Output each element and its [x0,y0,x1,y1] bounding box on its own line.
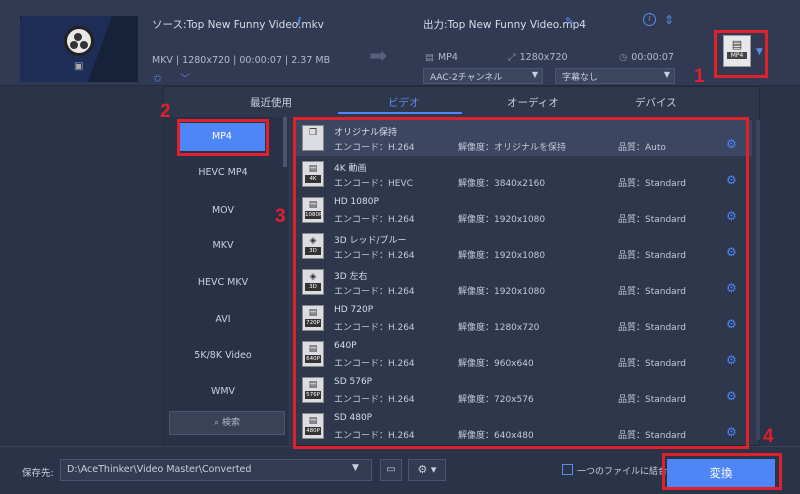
preset-scrollbar[interactable] [756,120,760,440]
preset-row[interactable]: ▤ 4K 4K 動画 エンコード：HEVC 解像度：3840x2160 品質：St… [294,156,752,192]
film-icon: ▤ 4K [302,161,324,187]
annotation-number-1: 1 [694,66,705,87]
annotation-number-4: 4 [763,426,774,447]
film-icon: ▤ 720P [302,305,324,331]
file-row: ▣ ソース:Top New Funny Video.mkv i MKV | 12… [0,0,800,86]
cube-icon: ◈ 3D [302,269,324,295]
search-icon: ⌕ [214,418,220,428]
output-resolution: ⤢ 1280x720 [508,52,568,63]
merge-checkbox[interactable] [562,464,573,475]
convert-button[interactable]: 変換 [667,459,775,487]
film-icon: ▤ 640P [302,341,324,367]
category-hevc-mkv[interactable]: HEVC MKV [164,265,282,301]
gear-icon: ⚙ ▾ [417,463,437,476]
path-dropdown-caret-icon[interactable]: ▼ [352,463,359,473]
category-mkv[interactable]: MKV [164,228,282,264]
preset-row[interactable]: ▤ 576P SD 576P エンコード：H.264 解像度：720x576 品質… [294,372,752,408]
video-thumbnail[interactable]: ▣ [20,16,138,82]
source-meta: MKV | 1280x720 | 00:00:07 | 2.37 MB [152,55,331,66]
preset-list: ❐ オリジナル保持 エンコード：H.264 解像度：オリジナルを保持 品質：Au… [294,120,752,446]
gear-icon[interactable]: ⚙ [726,245,737,259]
tab-device[interactable]: デバイス [635,95,677,110]
resize-icon: ⤢ [508,52,516,63]
chevron-down-icon[interactable]: ﹀ [180,70,190,85]
film-icon: ▤ 1080P [302,197,324,223]
merge-label: 一つのファイルに結合 [577,467,668,477]
gear-icon[interactable]: ⚙ [726,317,737,331]
audio-select[interactable]: AAC-2チャンネル ▼ [423,68,543,84]
category-mp4[interactable]: MP4 [179,123,265,151]
clock-icon: ◷ [619,52,628,63]
save-label: 保存先: [22,468,54,479]
info-icon[interactable]: i [297,15,301,28]
gear-icon[interactable]: ⚙ [726,209,737,223]
category-list: MP4 HEVC MP4 MOV MKV HEVC MKV AVI 5K/8K … [164,117,288,447]
edit-icon[interactable]: ✎ [565,15,574,28]
film-icon: ▤ [425,52,434,63]
gear-icon[interactable]: ⚙ [726,281,737,295]
save-path-field[interactable]: D:\AceThinker\Video Master\Converted [60,459,372,481]
category-avi[interactable]: AVI [164,302,282,338]
dropdown-caret-icon: ▼ [531,70,538,79]
category-wmv[interactable]: WMV [164,374,282,410]
category-5k-8k[interactable]: 5K/8K Video [164,338,282,374]
gear-icon[interactable]: ⚙ [726,173,737,187]
preset-row[interactable]: ▤ 1080P HD 1080P エンコード：H.264 解像度：1920x108… [294,192,752,228]
effects-star-icon[interactable]: ✩ [153,72,162,85]
film-icon: ▤ 480P [302,413,324,439]
tab-recent[interactable]: 最近使用 [250,95,292,110]
tab-underline [338,112,462,114]
output-title: 出力:Top New Funny Video.mp4 [423,19,586,31]
subtitle-select[interactable]: 字幕なし ▼ [555,68,675,84]
output-format-button[interactable]: ▤ MP4 [723,35,751,67]
preset-row[interactable]: ◈ 3D 3D 左右 エンコード：H.264 解像度：1920x1080 品質：S… [294,264,752,300]
cube-icon: ◈ 3D [302,233,324,259]
annotation-number-3: 3 [275,206,286,227]
muted-icon: ▣ [74,61,84,72]
gear-icon[interactable]: ⚙ [726,137,737,151]
gear-icon[interactable]: ⚙ [726,353,737,367]
format-dropdown-caret-icon[interactable]: ▼ [756,47,763,57]
category-search[interactable]: ⌕ 検索 [169,411,285,435]
category-scrollbar[interactable] [283,117,287,167]
adjust-icon[interactable]: ⇕ [664,13,674,27]
tab-audio[interactable]: オーディオ [507,95,559,110]
dropdown-caret-icon: ▼ [663,70,670,79]
copy-icon: ❐ [302,125,324,151]
gear-icon[interactable]: ⚙ [726,425,737,439]
open-folder-button[interactable]: ▭ [380,459,402,481]
preset-row[interactable]: ▤ 640P 640P エンコード：H.264 解像度：960x640 品質：St… [294,336,752,372]
preset-row[interactable]: ◈ 3D 3D レッド/ブルー エンコード：H.264 解像度：1920x1080… [294,228,752,264]
film-icon: ▤ 576P [302,377,324,403]
format-tabs: 最近使用 ビデオ オーディオ デバイス [164,87,761,117]
output-format: ▤ MP4 [425,52,458,63]
film-icon: ▤ [731,38,743,51]
folder-icon: ▭ [386,464,396,475]
preset-row[interactable]: ▤ 480P SD 480P エンコード：H.264 解像度：640x480 品質… [294,408,752,444]
category-hevc-mp4[interactable]: HEVC MP4 [164,155,282,191]
format-panel: 最近使用 ビデオ オーディオ デバイス MP4 HEVC MP4 MOV MKV… [163,86,761,447]
obs-logo-icon [64,26,94,56]
convert-arrow-icon: ➡ [369,44,388,69]
preset-row[interactable]: ▤ 720P HD 720P エンコード：H.264 解像度：1280x720 品… [294,300,752,336]
output-duration: ◷ 00:00:07 [619,52,674,63]
tab-video[interactable]: ビデオ [388,95,420,110]
output-info-icon[interactable]: i [643,13,656,26]
gear-icon[interactable]: ⚙ [726,389,737,403]
bottom-bar: 保存先: D:\AceThinker\Video Master\Converte… [0,446,800,494]
annotation-number-2: 2 [160,101,171,122]
preset-row[interactable]: ❐ オリジナル保持 エンコード：H.264 解像度：オリジナルを保持 品質：Au… [294,120,752,156]
settings-button[interactable]: ⚙ ▾ [408,459,446,481]
category-mov[interactable]: MOV [164,193,282,229]
